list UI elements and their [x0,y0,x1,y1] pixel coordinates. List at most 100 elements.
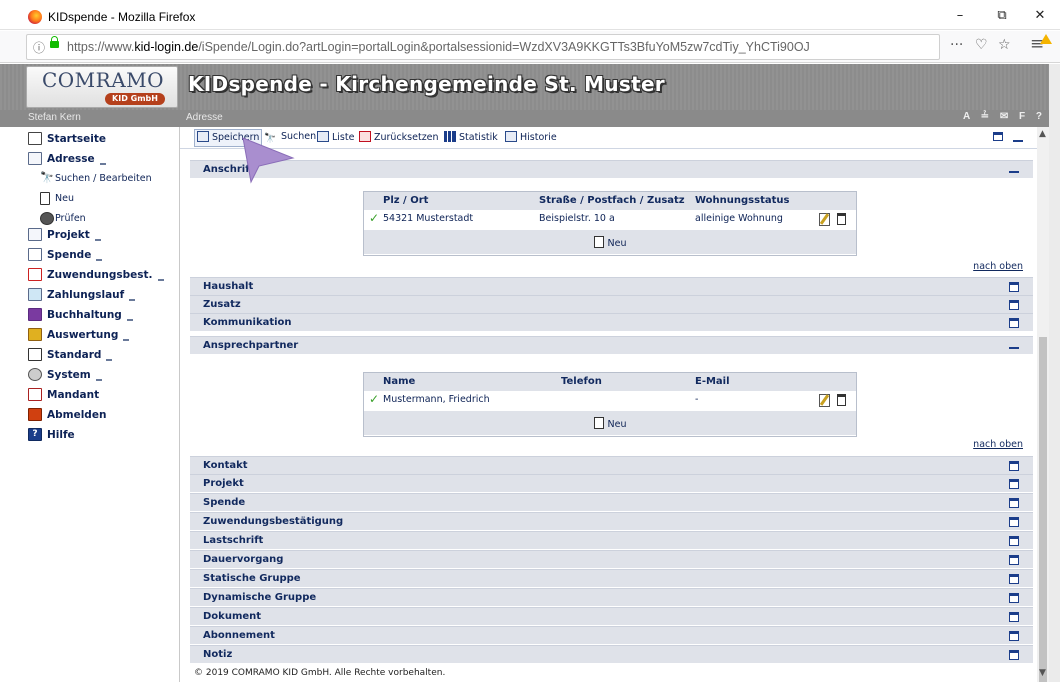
section-notiz[interactable]: Notiz [190,645,1033,663]
section-spende[interactable]: Spende [190,493,1033,511]
expand-icon [1009,536,1019,546]
info-strip: Stefan Kern Adresse A ≟ ✉ F ? [0,110,1060,127]
expand-icon [1009,612,1019,622]
reset-icon [359,131,371,142]
section-ansprechpartner[interactable]: Ansprechpartner [190,336,1033,354]
accounting-book-icon [28,308,42,321]
new-document-icon [40,192,50,205]
caret-icon [106,359,113,361]
list-button[interactable]: Liste [317,131,354,146]
close-button[interactable]: ✕ [1020,4,1060,28]
section-dynamische-gruppe[interactable]: Dynamische Gruppe [190,588,1033,606]
expand-icon [1009,517,1019,527]
check-icon: ✓ [369,211,380,225]
section-abonnement[interactable]: Abonnement [190,626,1033,644]
section-lastschrift[interactable]: Lastschrift [190,531,1033,549]
caret-icon [129,299,136,301]
address-book-icon [28,152,42,165]
maximize-button[interactable]: ⧉ [982,4,1022,28]
history-button[interactable]: Historie [505,131,557,146]
url-text[interactable]: https://www.kid-login.de/iSpende/Login.d… [67,40,810,54]
section-zuwendungsbestaetigung[interactable]: Zuwendungsbestätigung [190,512,1033,530]
check-user-icon [40,212,54,225]
lock-icon[interactable] [50,36,59,48]
collapse-icon [1009,347,1019,349]
trash-icon[interactable] [837,213,846,225]
action-toolbar: Speichern 🔭 Suchen Liste Zurücksetzen Sta… [180,127,1037,149]
back-to-top-link[interactable]: nach oben [973,439,1023,450]
module-name: Adresse [186,112,223,123]
expand-icon [1009,479,1019,489]
navigation-toolbar: ⓘ https://www.kid-login.de/iSpende/Login… [0,31,1060,63]
expand-icon [1009,593,1019,603]
content-scrollbar[interactable]: ▲ ▼ [1037,127,1049,682]
section-projekt[interactable]: Projekt [190,474,1033,492]
trash-icon[interactable] [837,394,846,406]
reset-button[interactable]: Zurücksetzen [359,131,439,146]
donation-icon [28,248,42,261]
pocket-icon[interactable]: ♡ [975,37,988,53]
edit-icon[interactable] [819,394,830,407]
scroll-up-icon: ▲ [1039,129,1046,139]
edit-icon[interactable] [819,213,830,226]
logout-icon [28,408,42,421]
help-icon: ? [28,428,42,441]
back-to-top-link[interactable]: nach oben [973,261,1023,272]
collapse-icon [1009,171,1019,173]
caret-icon [123,339,130,341]
expand-icon [1009,498,1019,508]
section-statische-gruppe[interactable]: Statische Gruppe [190,569,1033,587]
new-contact-button[interactable]: Neu [364,411,856,435]
section-dauervorgang[interactable]: Dauervorgang [190,550,1033,568]
history-icon [505,131,517,142]
update-warning-icon[interactable] [1040,34,1052,44]
caret-icon [96,259,103,261]
app-banner: COMRAMO KID GmbH KIDspende - Kirchengeme… [0,64,1060,110]
table-row[interactable]: ✓ 54321 Musterstadt Beispielstr. 10 a al… [364,210,856,230]
table-row[interactable]: ✓ Mustermann, Friedrich - [364,391,856,411]
new-document-icon [593,236,604,248]
user-name: Stefan Kern [28,112,81,123]
binoculars-icon: 🔭 [40,171,54,184]
table-header: Name Telefon E-Mail [364,373,856,391]
section-dokument[interactable]: Dokument [190,607,1033,625]
expand-icon [1009,650,1019,660]
new-address-button[interactable]: Neu [364,230,856,254]
url-field[interactable]: ⓘ https://www.kid-login.de/iSpende/Login… [26,34,940,60]
scroll-thumb[interactable] [1039,337,1047,682]
minimize-panel-icon[interactable] [1013,140,1023,142]
section-kontakt[interactable]: Kontakt [190,456,1033,474]
caret-icon [126,319,133,321]
section-kommunikation[interactable]: Kommunikation [190,313,1033,331]
table-header: Plz / Ort Straße / Postfach / Zusatz Woh… [364,192,856,210]
standard-icon [28,348,42,361]
sidebar: Startseite Adresse 🔭 Suchen / Bearbeiten… [26,127,180,682]
check-icon: ✓ [369,392,380,406]
strip-action-icons[interactable]: A ≟ ✉ F ? [963,111,1046,122]
payment-run-icon [28,288,42,301]
section-haushalt[interactable]: Haushalt [190,277,1033,295]
minimize-button[interactable]: – [940,4,980,28]
copyright-footer: © 2019 COMRAMO KID GmbH. Alle Rechte vor… [194,668,446,678]
expand-icon [1009,461,1019,471]
chart-icon [28,328,42,341]
caret-icon [95,379,102,381]
window-edge [1049,64,1060,682]
contact-table: Name Telefon E-Mail ✓ Mustermann, Friedr… [363,372,857,437]
pointer-arrow-icon [242,137,295,184]
section-anschrift[interactable]: Anschrift [190,160,1033,178]
firefox-logo-icon [28,10,42,24]
bookmark-star-icon[interactable]: ☆ [998,37,1011,53]
restore-window-icon[interactable] [993,132,1003,141]
title-bar: KIDspende - Mozilla Firefox – ⧉ ✕ [0,0,1060,30]
page-actions-icon[interactable]: ··· [950,37,963,53]
section-zusatz[interactable]: Zusatz [190,295,1033,313]
floppy-disk-icon [197,131,209,142]
expand-icon [1009,300,1019,310]
gear-icon [28,368,42,381]
caret-icon [94,239,101,241]
expand-icon [1009,282,1019,292]
statistics-button[interactable]: Statistik [444,131,498,146]
info-icon[interactable]: ⓘ [33,39,45,56]
bar-chart-icon [444,131,456,142]
